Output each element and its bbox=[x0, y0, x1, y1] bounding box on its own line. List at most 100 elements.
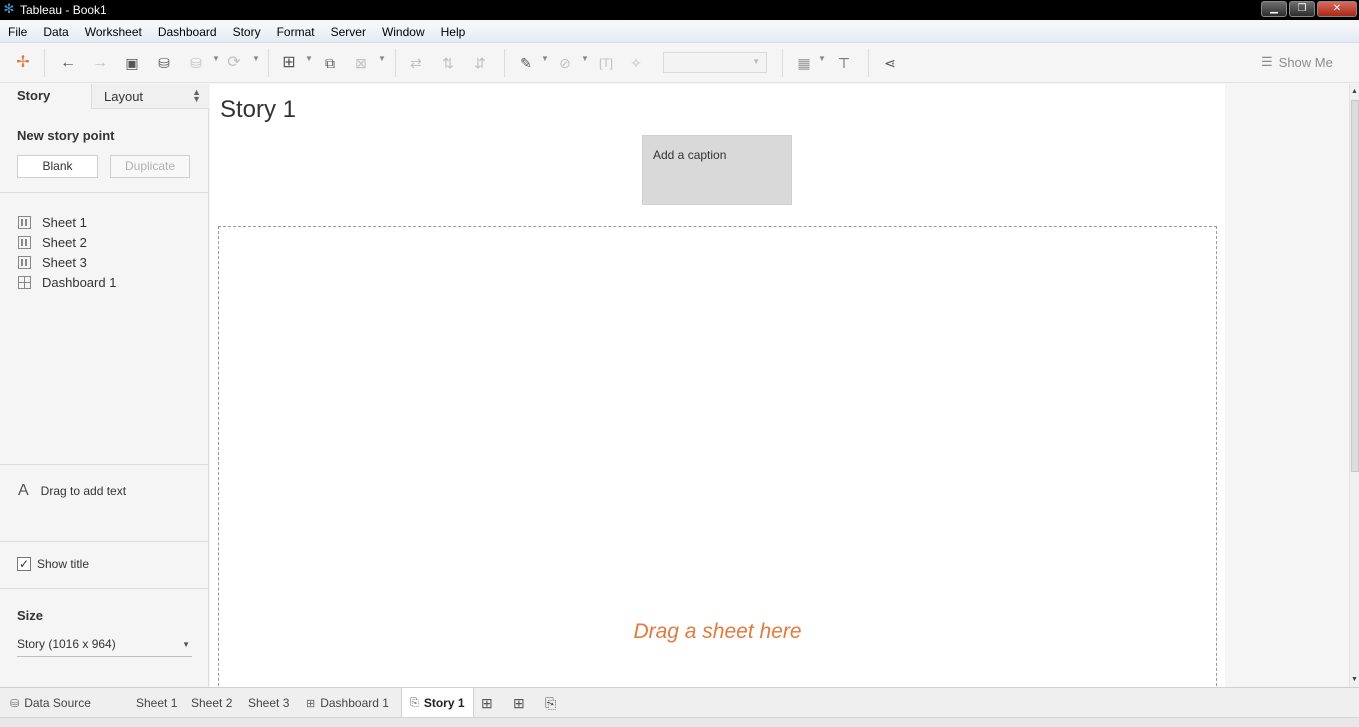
duplicate-sheet-icon[interactable]: ⧉ bbox=[320, 53, 340, 73]
worksheet-icon bbox=[18, 235, 31, 249]
story-point-caption[interactable]: Add a caption bbox=[642, 135, 792, 205]
show-title-label: Show title bbox=[37, 557, 90, 571]
duplicate-button[interactable]: Duplicate bbox=[110, 155, 190, 178]
text-object-icon: A bbox=[18, 482, 29, 499]
checkbox-checked-icon[interactable]: ✓ bbox=[17, 557, 31, 571]
fit-dropdown[interactable]: ▼ bbox=[663, 52, 767, 73]
new-worksheet-icon[interactable]: ⊞ bbox=[481, 695, 493, 712]
story-title[interactable]: Story 1 bbox=[220, 96, 296, 124]
tab-label: Sheet 3 bbox=[248, 696, 290, 710]
menu-file[interactable]: File bbox=[8, 25, 27, 39]
new-data-source-icon[interactable]: ⛁ bbox=[154, 53, 174, 73]
database-icon: ⛁ bbox=[10, 697, 20, 710]
new-story-icon[interactable]: ⎘ bbox=[545, 695, 556, 712]
show-cards-icon[interactable]: ▦ bbox=[794, 53, 814, 73]
sheet-list-item[interactable]: Sheet 2 bbox=[18, 233, 87, 251]
tab-sheet-1[interactable]: Sheet 1 bbox=[128, 688, 185, 718]
clear-sheet-icon[interactable]: ⊠ bbox=[350, 53, 372, 73]
blank-button[interactable]: Blank bbox=[17, 155, 98, 178]
fix-axes-icon[interactable]: ✧ bbox=[626, 53, 646, 73]
tab-sheet-3[interactable]: Sheet 3 bbox=[240, 688, 297, 718]
menu-format[interactable]: Format bbox=[277, 25, 315, 39]
tableau-logo-icon: ✻ bbox=[3, 1, 15, 16]
section-divider bbox=[0, 541, 208, 542]
minimize-button[interactable]: ▁ bbox=[1261, 1, 1287, 17]
tab-data-source[interactable]: ⛁ Data Source bbox=[2, 688, 99, 718]
caret-down-icon[interactable]: ▼ bbox=[252, 54, 260, 63]
menu-bar: File Data Worksheet Dashboard Story Form… bbox=[0, 22, 1359, 43]
caret-down-icon[interactable]: ▼ bbox=[541, 54, 549, 63]
tab-story-1[interactable]: ⎘ Story 1 bbox=[401, 688, 474, 718]
window-controls: ▁ ❐ ✕ bbox=[1261, 1, 1357, 17]
menu-worksheet[interactable]: Worksheet bbox=[85, 25, 142, 39]
redo-icon[interactable]: → bbox=[90, 53, 110, 73]
sort-ascending-icon[interactable]: ⇅ bbox=[438, 53, 458, 73]
show-me-label: Show Me bbox=[1278, 54, 1333, 70]
presentation-mode-icon[interactable]: ⊤ bbox=[834, 53, 854, 73]
menu-story[interactable]: Story bbox=[233, 25, 261, 39]
close-button[interactable]: ✕ bbox=[1317, 1, 1357, 17]
show-title-checkbox[interactable]: ✓ Show title bbox=[17, 557, 89, 571]
toolbar-divider bbox=[868, 49, 869, 77]
canvas-margin bbox=[1225, 84, 1349, 687]
caret-down-icon[interactable]: ▼ bbox=[212, 54, 220, 63]
drag-to-add-text-label: Drag to add text bbox=[40, 484, 127, 498]
share-icon[interactable]: ⋖ bbox=[880, 53, 900, 73]
caret-down-icon[interactable]: ▼ bbox=[818, 54, 826, 63]
save-icon[interactable]: ▣ bbox=[122, 53, 142, 73]
window-title: Tableau - Book1 bbox=[20, 3, 107, 17]
new-dashboard-icon[interactable]: ⊞ bbox=[513, 695, 525, 712]
menu-data[interactable]: Data bbox=[43, 25, 68, 39]
tab-label: Data Source bbox=[24, 696, 91, 710]
new-worksheet-icon[interactable]: ⊞ bbox=[278, 53, 300, 73]
refresh-icon[interactable]: ⟳ bbox=[224, 53, 244, 73]
caret-down-icon: ▼ bbox=[752, 57, 760, 66]
menu-dashboard[interactable]: Dashboard bbox=[158, 25, 217, 39]
new-story-point-title: New story point bbox=[17, 128, 115, 143]
tab-story[interactable]: Story bbox=[17, 88, 50, 103]
tab-sheet-2[interactable]: Sheet 2 bbox=[183, 688, 240, 718]
scroll-down-icon[interactable]: ▼ bbox=[1351, 676, 1358, 683]
caret-down-icon[interactable]: ▼ bbox=[305, 54, 313, 63]
tableau-home-icon[interactable]: ✢ bbox=[14, 53, 32, 73]
scrollbar-thumb[interactable] bbox=[1351, 100, 1359, 472]
size-dropdown-value: Story (1016 x 964) bbox=[17, 637, 116, 651]
show-me-icon: ☰ bbox=[1261, 54, 1273, 69]
pause-updates-icon[interactable]: ⛁ bbox=[186, 53, 206, 73]
drag-to-add-text[interactable]: A Drag to add text bbox=[18, 482, 126, 500]
toolbar-divider bbox=[268, 49, 269, 77]
caret-down-icon[interactable]: ▼ bbox=[378, 54, 386, 63]
tab-label: Sheet 1 bbox=[136, 696, 178, 710]
tab-layout[interactable]: Layout ▲ ▼ bbox=[91, 84, 209, 109]
story-icon: ⎘ bbox=[410, 696, 419, 709]
sheet-item-label: Sheet 2 bbox=[42, 234, 87, 250]
menu-server[interactable]: Server bbox=[331, 25, 366, 39]
scroll-up-icon[interactable]: ▲ bbox=[1351, 88, 1358, 95]
sheet-list-item[interactable]: Sheet 3 bbox=[18, 253, 87, 271]
toolbar-divider bbox=[782, 49, 783, 77]
sheet-item-label: Dashboard 1 bbox=[42, 274, 117, 290]
show-me-button[interactable]: ☰ Show Me bbox=[1261, 54, 1333, 70]
caret-down-icon: ▼ bbox=[182, 640, 190, 649]
size-dropdown[interactable]: Story (1016 x 964) ▼ bbox=[17, 637, 192, 657]
sort-descending-icon[interactable]: ⇵ bbox=[470, 53, 490, 73]
swap-rows-columns-icon[interactable]: ⇄ bbox=[406, 53, 426, 73]
menu-help[interactable]: Help bbox=[441, 25, 466, 39]
sheet-list-item[interactable]: Sheet 1 bbox=[18, 213, 87, 231]
highlight-icon[interactable]: ✎ bbox=[516, 53, 536, 73]
sheet-drop-zone[interactable]: Drag a sheet here bbox=[218, 226, 1217, 696]
vertical-scrollbar[interactable]: ▲ ▼ bbox=[1349, 84, 1359, 687]
sheet-item-label: Sheet 1 bbox=[42, 214, 87, 230]
sheet-item-label: Sheet 3 bbox=[42, 254, 87, 270]
status-bar bbox=[0, 717, 1359, 727]
tab-label: Sheet 2 bbox=[191, 696, 233, 710]
group-members-icon[interactable]: ⊘ bbox=[555, 53, 575, 73]
caret-down-icon[interactable]: ▼ bbox=[581, 54, 589, 63]
show-mark-labels-icon[interactable]: [T] bbox=[596, 53, 616, 73]
undo-icon[interactable]: ← bbox=[58, 53, 78, 73]
sheet-list-item[interactable]: Dashboard 1 bbox=[18, 273, 116, 291]
restore-button[interactable]: ❐ bbox=[1289, 1, 1315, 17]
tab-dashboard-1[interactable]: ⊞ Dashboard 1 bbox=[298, 688, 397, 718]
menu-window[interactable]: Window bbox=[382, 25, 425, 39]
title-bar: ✻ Tableau - Book1 ▁ ❐ ✕ bbox=[0, 0, 1359, 20]
